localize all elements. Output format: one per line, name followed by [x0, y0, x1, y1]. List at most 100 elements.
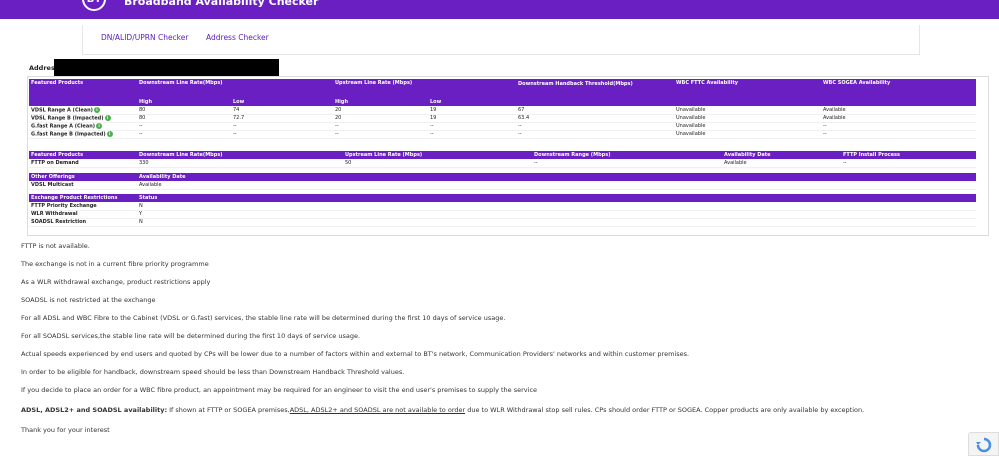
message-stable-rate: For all ADSL and WBC Fibre to the Cabine…: [21, 314, 506, 322]
cell: --: [532, 159, 722, 168]
adsl-text-underlined: ADSL, ADSL2+ and SOADSL are not availabl…: [289, 406, 466, 414]
cell: --: [821, 122, 976, 131]
header-upstream-line-rate: Upstream Line Rate (Mbps): [333, 79, 516, 98]
product-name: G.fast Range A (Clean): [31, 123, 96, 130]
message-soadsl: SOADSL is not restricted at the exchange: [21, 296, 156, 304]
offering-name: VDSL Multicast: [29, 181, 137, 190]
info-icon[interactable]: i: [106, 130, 113, 137]
cell: --: [821, 130, 976, 139]
info-icon[interactable]: i: [104, 114, 111, 121]
header-availability-date: Availability Date: [722, 151, 841, 159]
cell: Unavailable: [674, 106, 821, 115]
product-name: VDSL Range A (Clean): [31, 107, 93, 113]
header-other-offerings: Other Offerings: [29, 173, 137, 181]
tab-address-checker[interactable]: Address Checker: [206, 33, 269, 42]
header-wbc-sogea: WBC SOGEA Availability: [821, 79, 976, 98]
header-downstream-range: Downstream Range (Mbps): [532, 151, 722, 159]
table-row: VDSL Multicast Available: [29, 181, 976, 190]
adsl-heading: ADSL, ADSL2+ and SOADSL availability:: [21, 406, 168, 414]
cell: 67: [516, 106, 674, 115]
table-row: VDSL Range B (Impacted) i 80 72.7 20 19 6…: [29, 114, 976, 123]
cell: Unavailable: [674, 122, 821, 131]
cell: --: [231, 130, 333, 139]
table-row: WLR Withdrawal Y: [29, 210, 976, 219]
cell: 19: [428, 114, 516, 123]
cell: Y: [137, 210, 976, 219]
header-wbc-fttc: WBC FTTC Availability: [674, 79, 821, 98]
bt-logo: BT: [82, 0, 106, 11]
restriction-name: FTTP Priority Exchange: [29, 202, 137, 211]
header-exchange-restrictions: Exchange Product Restrictions: [29, 194, 137, 202]
table-row: VDSL Range A (Clean) i 80 74 20 19 67 Una…: [29, 106, 976, 115]
tab-dn-alid-uprn-checker[interactable]: DN/ALID/UPRN Checker: [101, 33, 188, 42]
cell: --: [428, 122, 516, 131]
adsl-text-a: If shown at FTTP or SOGEA premises,: [167, 406, 290, 414]
message-handback: In order to be eligible for handback, do…: [21, 368, 405, 376]
cell: Available: [821, 114, 976, 123]
cell: --: [516, 122, 674, 131]
cell: N: [137, 218, 976, 227]
message-wlr: As a WLR withdrawal exchange, product re…: [21, 278, 211, 286]
cell: --: [333, 130, 428, 139]
message-exchange: The exchange is not in a current fibre p…: [21, 260, 209, 268]
header-upstream-line-rate: Upstream Line Rate (Mbps): [343, 151, 532, 159]
info-icon[interactable]: i: [93, 106, 100, 113]
cell: 72.7: [231, 114, 333, 123]
message-soadsl-rate: For all SOADSL services,the stable line …: [21, 332, 361, 340]
cell: --: [137, 122, 231, 131]
message-adsl-availability: ADSL, ADSL2+ and SOADSL availability: If…: [21, 406, 864, 414]
exchange-restrictions-table: Exchange Product Restrictions Status FTT…: [29, 194, 976, 227]
app-title: Broadband Availability Checker: [124, 0, 319, 8]
cell: 330: [137, 159, 343, 168]
product-name: FTTP on Demand: [29, 159, 137, 168]
message-appointment: If you decide to place an order for a WB…: [21, 386, 538, 394]
recaptcha-icon: [976, 437, 992, 453]
product-name: G.fast Range B (Impacted): [31, 131, 106, 138]
sub-down-low: Low: [231, 98, 333, 106]
checker-tabs: DN/ALID/UPRN Checker Address Checker: [82, 25, 920, 55]
header-featured-products: Featured Products: [29, 151, 137, 159]
header-downstream-line-rate: Downstream Line Rate(Mbps): [137, 79, 333, 98]
featured-products-table: Featured Products Downstream Line Rate(M…: [29, 79, 976, 139]
cell: 19: [428, 106, 516, 115]
cell: 74: [231, 106, 333, 115]
cell: 20: [333, 106, 428, 115]
address-redacted: [54, 59, 279, 76]
cell: N: [137, 202, 976, 211]
sub-up-high: High: [333, 98, 428, 106]
sub-down-high: High: [137, 98, 231, 106]
cell: Available: [821, 106, 976, 115]
table-row: FTTP Priority Exchange N: [29, 202, 976, 211]
cell: --: [231, 122, 333, 131]
table-row: SOADSL Restriction N: [29, 218, 976, 227]
cell: --: [428, 130, 516, 139]
cell: 63.4: [516, 114, 674, 123]
message-thanks: Thank you for your interest: [21, 426, 110, 434]
cell: 50: [343, 159, 532, 168]
table-row: G.fast Range B (Impacted) i -- -- -- -- -…: [29, 130, 976, 139]
header-status: Status: [137, 194, 976, 202]
top-bar: BT Broadband Availability Checker: [0, 0, 999, 19]
cell: Available: [722, 159, 841, 168]
header-featured-products: Featured Products: [29, 79, 137, 98]
header-availability-date: Availability Date: [137, 173, 976, 181]
info-icon[interactable]: i: [96, 122, 103, 129]
header-downstream-line-rate: Downstream Line Rate(Mbps): [137, 151, 343, 159]
fttp-table: Featured Products Downstream Line Rate(M…: [29, 151, 976, 168]
cell: 80: [137, 106, 231, 115]
header-fttp-install: FTTP Install Process: [841, 151, 976, 159]
cell: 80: [137, 114, 231, 123]
header-handback-threshold: Downstream Handback Threshold(Mbps): [516, 79, 674, 98]
restriction-name: WLR Withdrawal: [29, 210, 137, 219]
other-offerings-table: Other Offerings Availability Date VDSL M…: [29, 173, 976, 190]
cell: --: [516, 130, 674, 139]
product-name: VDSL Range B (Impacted): [31, 115, 104, 122]
cell: --: [333, 122, 428, 131]
cell: --: [841, 159, 976, 168]
restriction-name: SOADSL Restriction: [29, 218, 137, 227]
cell: 20: [333, 114, 428, 123]
cell: Unavailable: [674, 130, 821, 139]
message-fttp: FTTP is not available.: [21, 242, 90, 250]
message-actual-speeds: Actual speeds experienced by end users a…: [21, 350, 690, 358]
recaptcha-badge[interactable]: [968, 432, 999, 456]
